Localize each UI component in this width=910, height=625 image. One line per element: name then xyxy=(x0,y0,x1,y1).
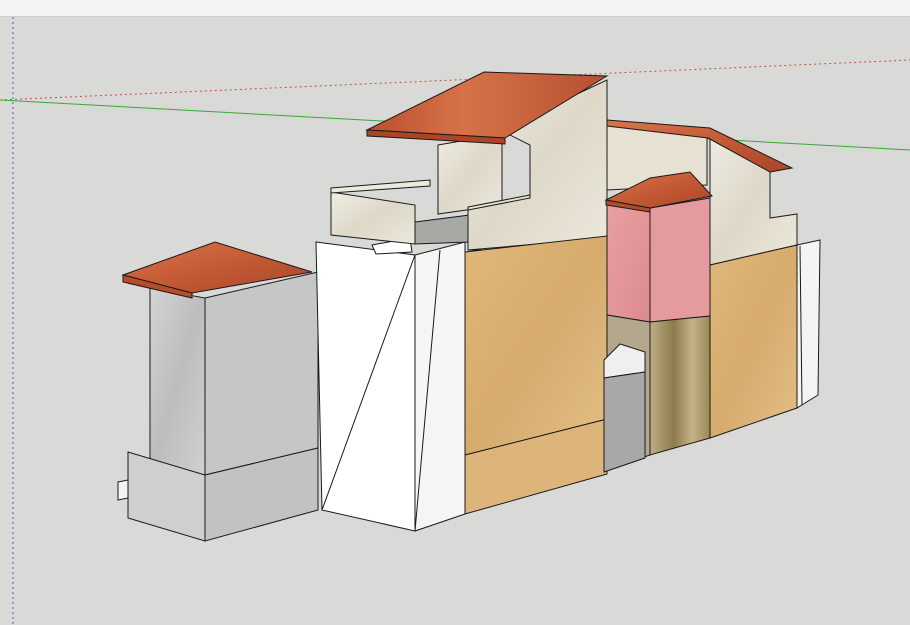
right-beige-house[interactable] xyxy=(709,239,821,439)
model-viewport[interactable] xyxy=(0,17,910,625)
sketchup-window xyxy=(0,0,910,625)
left-stone-house[interactable] xyxy=(117,241,319,542)
white-block[interactable] xyxy=(315,237,466,532)
center-recess[interactable] xyxy=(603,314,711,473)
pink-small-house[interactable] xyxy=(604,171,713,323)
scene-canvas[interactable] xyxy=(0,17,910,625)
center-beige-house[interactable] xyxy=(464,235,608,515)
toolbar-strip xyxy=(0,0,910,17)
